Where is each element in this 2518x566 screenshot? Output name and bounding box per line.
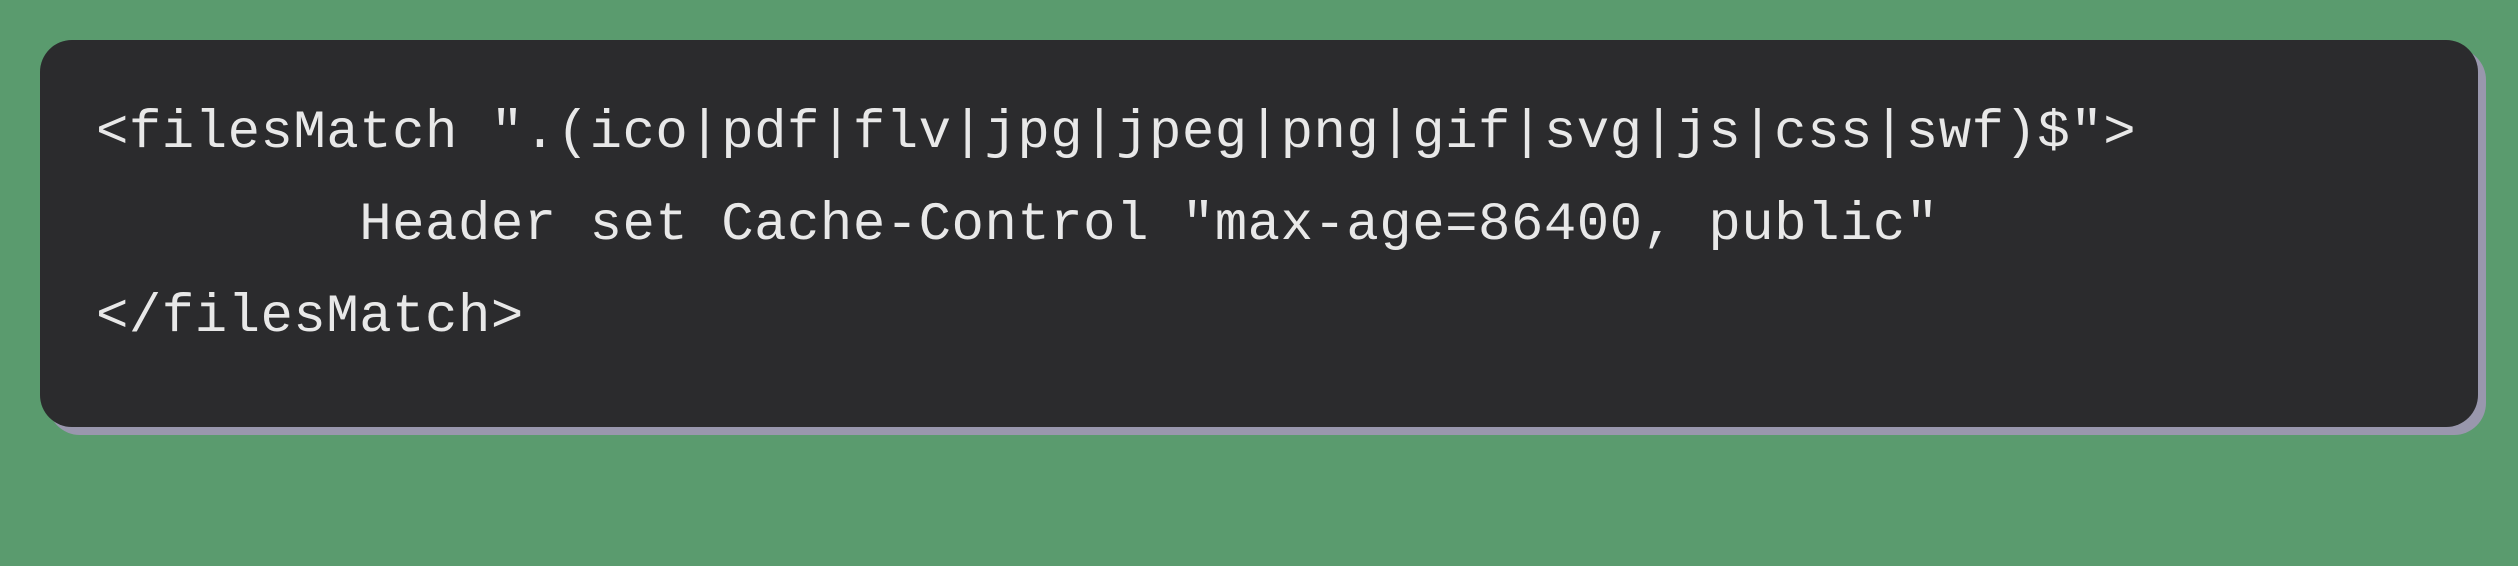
code-line-3: </filesMatch> <box>96 272 2422 364</box>
code-line-1: <filesMatch ".(ico|pdf|flv|jpg|jpeg|png|… <box>96 88 2422 180</box>
code-block: <filesMatch ".(ico|pdf|flv|jpg|jpeg|png|… <box>40 40 2478 427</box>
code-line-2: Header set Cache-Control "max-age=86400,… <box>96 180 2422 272</box>
